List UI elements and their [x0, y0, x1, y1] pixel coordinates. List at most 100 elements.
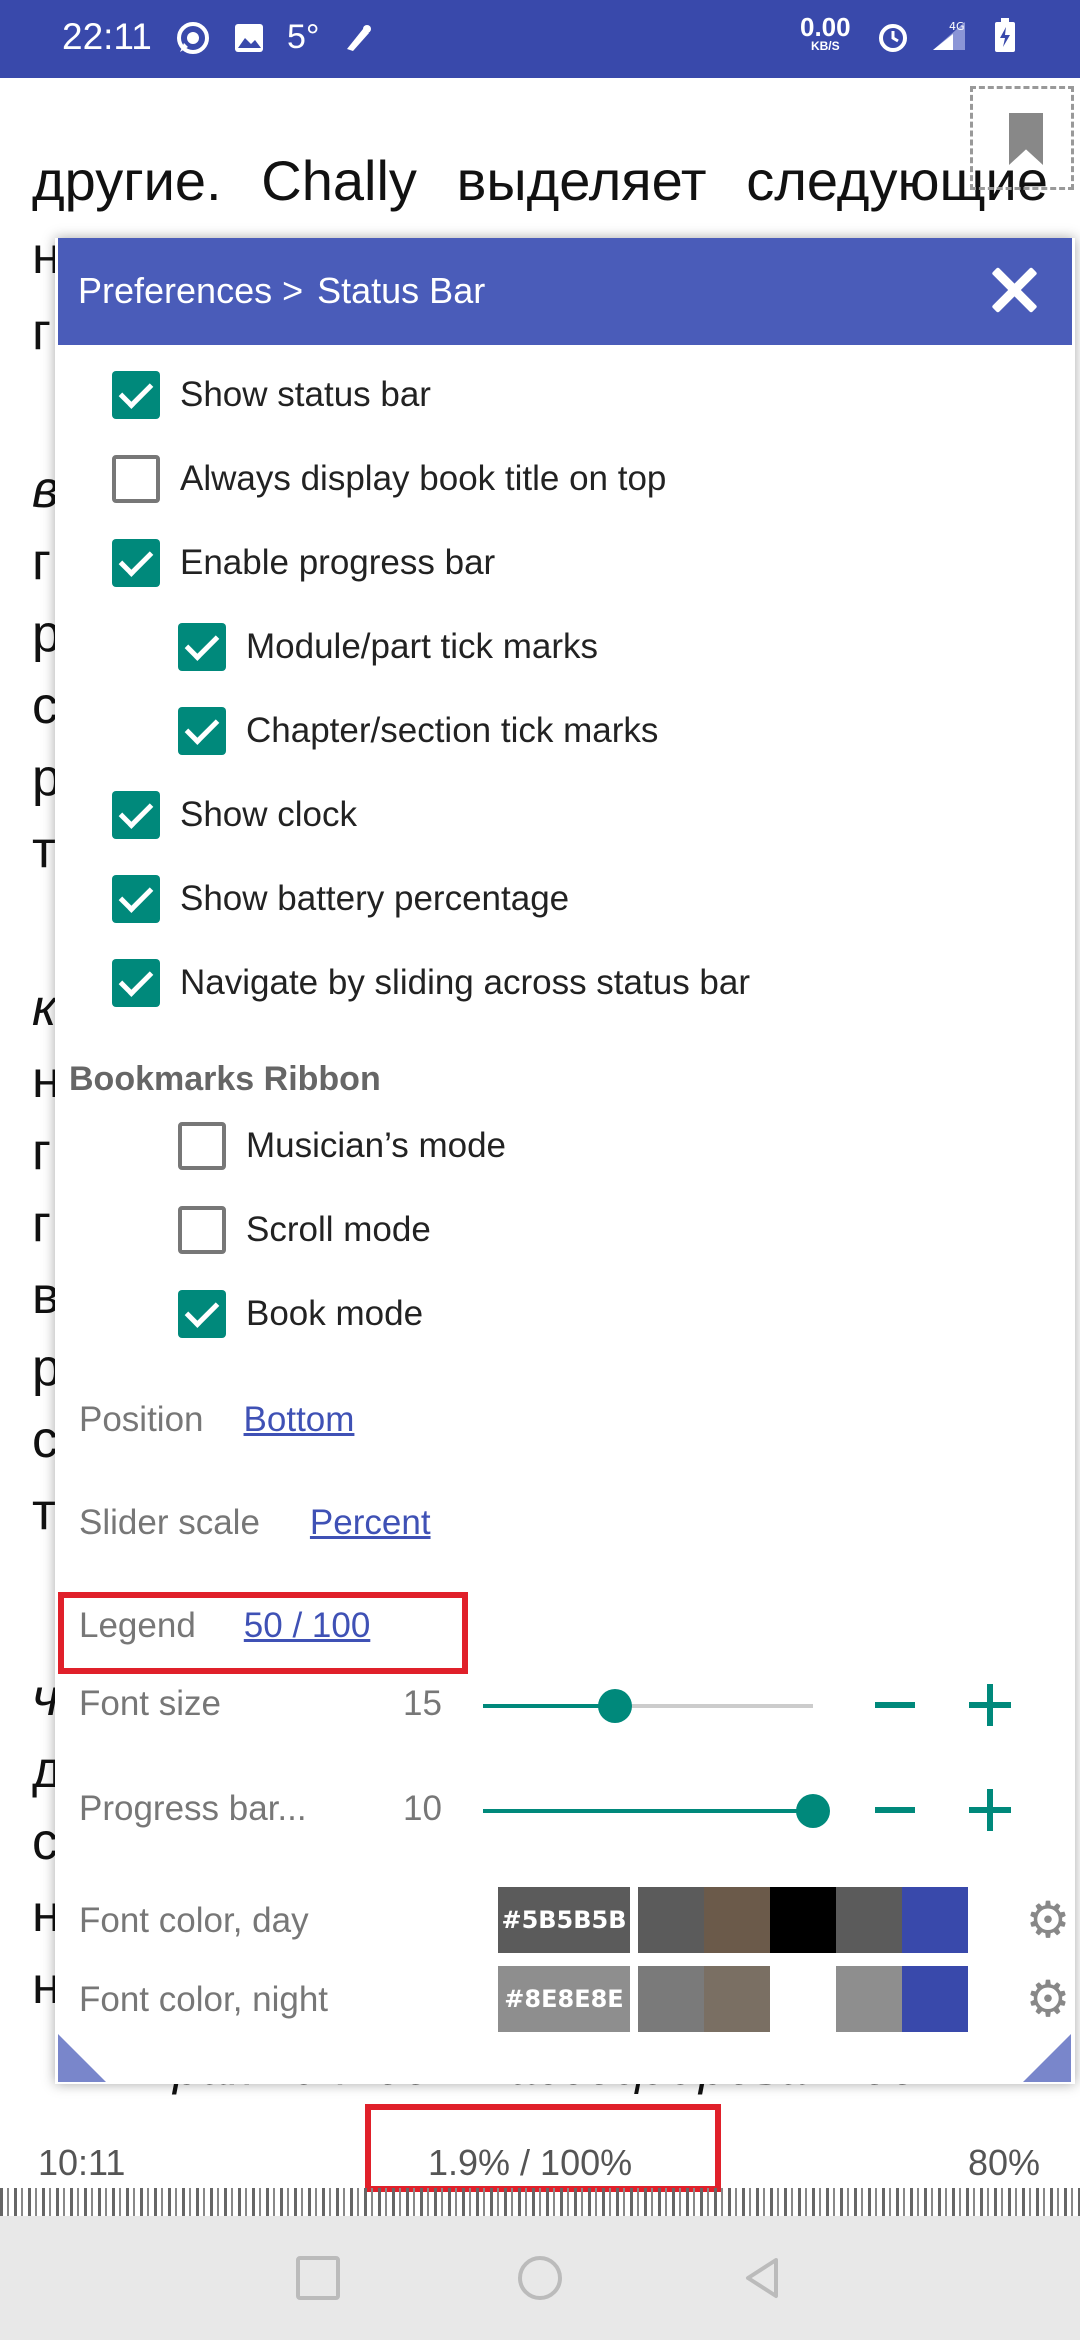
font-size-slider[interactable]: [483, 1689, 813, 1723]
option-show-clock[interactable]: Show clock: [112, 785, 357, 845]
option-scroll-mode[interactable]: Scroll mode: [178, 1200, 431, 1260]
color-swatch[interactable]: [638, 1887, 704, 1953]
slider-fill: [483, 1809, 813, 1813]
font-size-row: Font size 15: [79, 1674, 1069, 1734]
checkbox-checked[interactable]: [112, 371, 160, 419]
color-swatch[interactable]: [638, 1966, 704, 2032]
breadcrumb-current: Status Bar: [317, 270, 486, 311]
position-link[interactable]: Bottom: [244, 1400, 355, 1440]
option-label: Navigate by sliding across status bar: [180, 963, 750, 1002]
option-label: Scroll mode: [246, 1210, 431, 1249]
position-label: Position: [79, 1400, 204, 1439]
signal-icon: 4G: [929, 18, 969, 54]
color-swatch[interactable]: [902, 1966, 968, 2032]
option-navigate-by-sliding[interactable]: Navigate by sliding across status bar: [112, 953, 750, 1013]
checkbox-checked[interactable]: [112, 539, 160, 587]
close-icon[interactable]: [986, 262, 1042, 318]
font-color-day-row: Font color, day #5B5B5B ⚙: [79, 1887, 1070, 1953]
whatsapp-icon: [175, 20, 211, 56]
option-label: Book mode: [246, 1294, 424, 1333]
dialog-header: Preferences > Status Bar: [58, 238, 1072, 345]
book-text-fragment: г: [32, 303, 51, 361]
slider-knob[interactable]: [796, 1794, 830, 1828]
progress-bar-row: Progress bar... 10: [79, 1779, 1069, 1839]
system-time: 22:11: [62, 16, 152, 57]
option-chapter-tick-marks[interactable]: Chapter/section tick marks: [178, 701, 658, 761]
checkbox-checked[interactable]: [178, 623, 226, 671]
option-enable-progress-bar[interactable]: Enable progress bar: [112, 533, 495, 593]
option-label: Enable progress bar: [180, 543, 496, 582]
progress-bar-label: Progress bar...: [79, 1789, 307, 1828]
checkbox-unchecked[interactable]: [178, 1206, 226, 1254]
option-musicians-mode[interactable]: Musician’s mode: [178, 1116, 506, 1176]
book-text-fragment: т: [32, 821, 56, 879]
option-label: Always display book title on top: [180, 459, 667, 498]
option-label: Chapter/section tick marks: [246, 711, 659, 750]
gear-icon[interactable]: ⚙: [1023, 1895, 1073, 1945]
resize-handle-left[interactable]: [58, 2034, 106, 2082]
slider-scale-link[interactable]: Percent: [310, 1503, 431, 1543]
option-module-tick-marks[interactable]: Module/part tick marks: [178, 617, 598, 677]
decrease-font-size-button[interactable]: [875, 1702, 915, 1708]
checkbox-checked[interactable]: [112, 959, 160, 1007]
option-always-display-title[interactable]: Always display book title on top: [112, 449, 666, 509]
color-swatch[interactable]: [704, 1887, 770, 1953]
slider-knob[interactable]: [598, 1689, 632, 1723]
home-button[interactable]: [518, 2256, 562, 2300]
option-label: Show clock: [180, 795, 358, 834]
option-label: Module/part tick marks: [246, 627, 599, 666]
resize-handle-right[interactable]: [1023, 2034, 1071, 2082]
decrease-progress-bar-button[interactable]: [875, 1807, 915, 1813]
clip-icon: [340, 20, 376, 56]
checkbox-unchecked[interactable]: [112, 455, 160, 503]
option-show-status-bar[interactable]: Show status bar: [112, 365, 431, 425]
book-text-fragment: г: [32, 1123, 51, 1181]
font-color-day-label: Font color, day: [79, 1901, 309, 1940]
color-swatch[interactable]: [770, 1966, 836, 2032]
slider-scale-label: Slider scale: [79, 1503, 260, 1542]
svg-text:4G: 4G: [949, 20, 965, 33]
increase-progress-bar-button[interactable]: [969, 1789, 1011, 1831]
current-color-swatch[interactable]: #5B5B5B: [498, 1887, 630, 1953]
checkbox-checked[interactable]: [178, 707, 226, 755]
progress-bar-slider[interactable]: [483, 1794, 830, 1828]
color-swatch[interactable]: [836, 1887, 902, 1953]
network-speed: 0.00 KB/S: [800, 12, 851, 53]
increase-font-size-button[interactable]: [969, 1684, 1011, 1726]
slider-scale-row: Slider scale Percent: [79, 1503, 431, 1543]
book-text-fragment: г: [32, 533, 51, 591]
checkbox-unchecked[interactable]: [178, 1122, 226, 1170]
option-label: Show status bar: [180, 375, 431, 414]
progress-tick-marks[interactable]: [0, 2188, 1080, 2216]
navigation-bar: [0, 2216, 1080, 2340]
color-swatch[interactable]: [902, 1887, 968, 1953]
breadcrumb-root[interactable]: Preferences >: [78, 270, 303, 312]
weather-temperature: 5°: [287, 18, 320, 56]
option-label: Musician’s mode: [246, 1126, 507, 1165]
recent-apps-button[interactable]: [296, 2256, 340, 2300]
font-color-night-row: Font color, night #8E8E8E ⚙: [79, 1966, 1070, 2032]
system-status-bar: 22:11 5° 0.00 KB/S 4G: [0, 0, 1080, 78]
color-swatch[interactable]: [770, 1887, 836, 1953]
checkbox-checked[interactable]: [112, 791, 160, 839]
bookmark-icon: [1009, 113, 1043, 165]
color-swatch[interactable]: [704, 1966, 770, 2032]
current-color-swatch[interactable]: #8E8E8E: [498, 1966, 630, 2032]
color-swatch[interactable]: [836, 1966, 902, 2032]
font-color-night-label: Font color, night: [79, 1980, 329, 2019]
breadcrumb: Preferences > Status Bar: [78, 270, 485, 312]
option-show-battery-percentage[interactable]: Show battery percentage: [112, 869, 569, 929]
checkbox-checked[interactable]: [178, 1290, 226, 1338]
book-text-fragment: т: [32, 1483, 56, 1541]
bookmark-toggle[interactable]: [970, 86, 1074, 190]
option-book-mode[interactable]: Book mode: [178, 1284, 423, 1344]
back-button[interactable]: [742, 2256, 782, 2300]
gear-icon[interactable]: ⚙: [1023, 1974, 1073, 2024]
book-text-fragment: г: [32, 1195, 51, 1253]
font-size-value: 15: [403, 1684, 442, 1723]
checkbox-checked[interactable]: [112, 875, 160, 923]
battery-charging-icon: [987, 18, 1023, 54]
gallery-icon: [231, 20, 267, 56]
progress-highlight-box: [365, 2104, 721, 2192]
slider-fill: [483, 1704, 615, 1708]
